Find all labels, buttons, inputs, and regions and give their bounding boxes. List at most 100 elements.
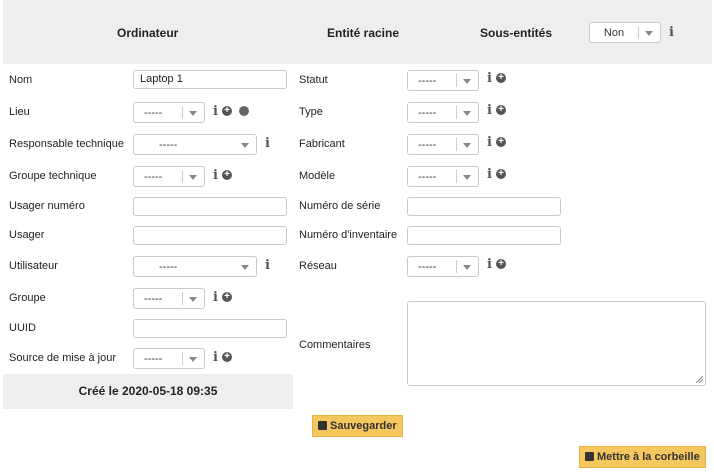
select-separator — [456, 170, 457, 183]
status-select[interactable]: ----- — [407, 70, 479, 91]
info-icon[interactable]: i — [487, 104, 492, 117]
tech-group-select[interactable]: ----- — [133, 166, 205, 187]
plus-circle-icon[interactable]: + — [496, 137, 506, 147]
name-input[interactable]: Laptop 1 — [133, 70, 287, 89]
chevron-down-icon — [189, 175, 197, 180]
type-label: Type — [299, 106, 323, 118]
info-icon[interactable]: i — [487, 72, 492, 85]
tech-manager-select[interactable]: ----- — [133, 134, 257, 155]
comments-label: Commentaires — [299, 339, 371, 351]
group-value: ----- — [144, 293, 163, 305]
info-icon[interactable]: i — [265, 259, 270, 272]
comments-textarea[interactable] — [407, 301, 706, 386]
manufacturer-label: Fabricant — [299, 138, 345, 150]
group-label: Groupe — [9, 292, 46, 304]
user-number-input[interactable] — [133, 197, 287, 216]
root-entity-label: Entité racine — [327, 26, 400, 40]
plus-circle-icon[interactable]: + — [496, 259, 506, 269]
chevron-down-icon — [189, 111, 197, 116]
select-separator — [182, 170, 183, 183]
plus-circle-icon[interactable]: + — [222, 292, 232, 302]
sub-entities-select[interactable]: Non — [589, 22, 661, 43]
user-input[interactable] — [133, 226, 287, 245]
plus-circle-icon[interactable]: + — [496, 169, 506, 179]
save-button-label: Sauvegarder — [330, 420, 397, 432]
chevron-down-icon — [463, 79, 471, 84]
user-label: Usager — [9, 229, 45, 241]
trash-button[interactable]: Mettre à la corbeille — [579, 446, 706, 468]
sub-entities-value: Non — [603, 27, 625, 39]
type-value: ----- — [418, 107, 437, 119]
floppy-disk-icon — [318, 421, 327, 430]
update-source-select[interactable]: ----- — [133, 348, 205, 369]
network-value: ----- — [418, 261, 437, 273]
serial-label: Numéro de série — [299, 200, 381, 212]
trash-button-label: Mettre à la corbeille — [597, 451, 700, 463]
utilisateur-label: Utilisateur — [9, 260, 58, 272]
plus-circle-icon[interactable]: + — [222, 352, 232, 362]
select-separator — [456, 74, 457, 87]
name-label: Nom — [9, 74, 33, 86]
tech-manager-label: Responsable technique — [9, 138, 124, 150]
utilisateur-select[interactable]: ----- — [133, 256, 257, 277]
info-icon[interactable]: i — [213, 351, 218, 364]
select-separator — [182, 352, 183, 365]
model-select[interactable]: ----- — [407, 166, 479, 187]
chevron-down-icon — [463, 143, 471, 148]
select-separator — [638, 26, 639, 39]
globe-icon[interactable] — [239, 106, 249, 116]
network-select[interactable]: ----- — [407, 256, 479, 277]
select-separator — [182, 106, 183, 119]
inventory-input[interactable] — [407, 226, 561, 245]
user-number-label: Usager numéro — [9, 200, 85, 212]
plus-circle-icon[interactable]: + — [222, 106, 232, 116]
info-icon[interactable]: i — [265, 137, 270, 150]
model-value: ----- — [418, 171, 437, 183]
trash-icon — [585, 452, 594, 461]
type-select[interactable]: ----- — [407, 102, 479, 123]
status-value: ----- — [418, 75, 437, 87]
plus-circle-icon[interactable]: + — [496, 105, 506, 115]
inventory-label: Numéro d'inventaire — [299, 229, 398, 241]
tech-manager-value: ----- — [159, 139, 178, 151]
save-button[interactable]: Sauvegarder — [312, 415, 403, 437]
chevron-down-icon — [463, 175, 471, 180]
info-icon[interactable]: i — [213, 105, 218, 118]
update-source-label: Source de mise à jour — [9, 352, 116, 364]
select-separator — [182, 292, 183, 305]
info-icon[interactable]: i — [669, 26, 674, 39]
location-select[interactable]: ----- — [133, 102, 205, 123]
uuid-label: UUID — [9, 322, 36, 334]
select-separator — [456, 106, 457, 119]
serial-input[interactable] — [407, 197, 561, 216]
form-title: Ordinateur — [117, 26, 179, 40]
info-icon[interactable]: i — [487, 168, 492, 181]
plus-circle-icon[interactable]: + — [496, 73, 506, 83]
manufacturer-select[interactable]: ----- — [407, 134, 479, 155]
info-icon[interactable]: i — [213, 291, 218, 304]
update-source-value: ----- — [144, 353, 163, 365]
info-icon[interactable]: i — [213, 169, 218, 182]
info-icon[interactable]: i — [487, 136, 492, 149]
chevron-down-icon — [189, 297, 197, 302]
utilisateur-value: ----- — [159, 261, 178, 273]
created-date: Créé le 2020-05-18 09:35 — [3, 374, 293, 409]
tech-group-label: Groupe technique — [9, 170, 97, 182]
info-icon[interactable]: i — [487, 258, 492, 271]
manufacturer-value: ----- — [418, 139, 437, 151]
chevron-down-icon — [189, 357, 197, 362]
location-value: ----- — [144, 107, 163, 119]
chevron-down-icon — [463, 111, 471, 116]
select-separator — [456, 260, 457, 273]
uuid-input[interactable] — [133, 319, 287, 338]
status-label: Statut — [299, 74, 328, 86]
plus-circle-icon[interactable]: + — [222, 170, 232, 180]
select-separator — [456, 138, 457, 151]
location-label: Lieu — [9, 106, 30, 118]
model-label: Modèle — [299, 170, 336, 182]
network-label: Réseau — [299, 260, 337, 272]
tech-group-value: ----- — [144, 171, 163, 183]
resize-grip-icon[interactable] — [696, 376, 703, 383]
group-select[interactable]: ----- — [133, 288, 205, 309]
chevron-down-icon — [241, 143, 249, 148]
